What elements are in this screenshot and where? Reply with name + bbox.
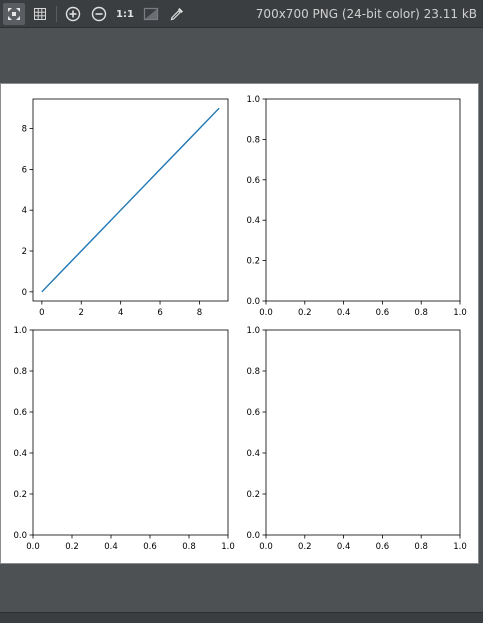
axes-4-ytick-label: 1.0 <box>246 326 260 336</box>
axes-2-ytick-label: 0.6 <box>246 176 260 186</box>
axes-2-ytick-label: 0.2 <box>246 257 260 267</box>
axes-3-xtick-label: 1.0 <box>221 542 235 552</box>
fit-to-window-icon <box>8 8 20 20</box>
toolbar-separator <box>56 6 57 22</box>
viewer-background-bottom <box>0 564 483 612</box>
axes-4-xtick-label: 1.0 <box>453 542 467 552</box>
axes-2-xtick-label: 0.4 <box>337 308 351 318</box>
axes-1-ytick-label: 6 <box>22 165 27 175</box>
actual-size-button[interactable]: 1:1 <box>113 3 137 25</box>
image-info-text: 700x700 PNG (24-bit color) 23.11 kB <box>255 7 477 21</box>
axes-3-ytick-label: 0.6 <box>13 408 27 418</box>
axes-4-ytick-label: 0.8 <box>246 367 260 377</box>
axes-3-xtick-label: 0.0 <box>26 542 40 552</box>
axes-2-ytick-label: 0.8 <box>246 135 260 145</box>
transparency-button[interactable] <box>140 3 162 25</box>
axes-4-xtick-label: 0.0 <box>259 542 273 552</box>
axes-3-xtick-label: 0.8 <box>182 542 196 552</box>
status-bar <box>0 612 483 623</box>
axes-2-ytick-label: 0.4 <box>246 216 260 226</box>
axes-4-xtick-label: 0.4 <box>337 542 351 552</box>
axes-2-xtick-label: 0.6 <box>376 308 390 318</box>
axes-2-frame <box>265 98 461 302</box>
fit-to-window-button[interactable] <box>3 3 25 25</box>
axes-3-ytick-label: 0.4 <box>13 449 27 459</box>
axes-4-ytick-label: 0.0 <box>246 531 260 541</box>
zoom-in-button[interactable] <box>62 3 84 25</box>
axes-1-ytick-label: 8 <box>22 125 27 135</box>
axes-3-ytick-label: 0.2 <box>13 490 27 500</box>
axes-2-ytick-label: 1.0 <box>246 95 260 105</box>
axes-1-xtick-label: 2 <box>79 308 84 318</box>
axes-1-xtick-label: 8 <box>197 308 202 318</box>
axes-3-ytick-label: 1.0 <box>13 326 27 336</box>
grid-button[interactable] <box>29 3 51 25</box>
axes-2-xtick-label: 1.0 <box>453 308 467 318</box>
zoom-in-icon <box>65 6 81 22</box>
axes-3-frame <box>32 329 229 536</box>
zoom-out-button[interactable] <box>88 3 110 25</box>
eyedropper-icon <box>170 8 183 21</box>
zoom-out-icon <box>91 6 107 22</box>
axes-1-xtick-label: 6 <box>157 308 162 318</box>
subplots-figure: 0 2 4 6 8 0 2 4 6 8 0.0 0.2 0.4 0.6 0.8 1.0 0.0 0.2 0.4 0.6… <box>13 95 467 552</box>
canvas-edge <box>479 83 483 564</box>
axes-1-ytick-label: 0 <box>22 288 27 298</box>
axes-2-xtick-label: 0.2 <box>298 308 312 318</box>
actual-size-icon: 1:1 <box>116 8 134 20</box>
axes-1-xtick-label: 0 <box>39 308 44 318</box>
axes-1-ytick-label: 2 <box>22 247 27 257</box>
axes-4-frame <box>265 329 461 536</box>
eyedropper-button[interactable] <box>166 3 188 25</box>
transparency-icon <box>143 7 159 21</box>
axes-4-xtick-label: 0.2 <box>298 542 312 552</box>
axes-2-ytick-label: 0.0 <box>246 297 260 307</box>
image-canvas[interactable]: 0 2 4 6 8 0 2 4 6 8 0.0 0.2 0.4 0.6 0.8 1.0 0.0 0.2 0.4 0.6… <box>0 83 479 564</box>
axes-4-ytick-label: 0.2 <box>246 490 260 500</box>
grid-icon <box>34 8 46 20</box>
axes-3-xtick-label: 0.4 <box>104 542 118 552</box>
axes-3-ytick-label: 0.8 <box>13 367 27 377</box>
axes-3-xtick-label: 0.6 <box>143 542 157 552</box>
axes-1-xtick-label: 4 <box>118 308 123 318</box>
axes-3-xtick-label: 0.2 <box>65 542 79 552</box>
axes-2-xtick-label: 0.0 <box>259 308 273 318</box>
axes-4-xtick-label: 0.8 <box>414 542 428 552</box>
axes-4-ytick-label: 0.4 <box>246 449 260 459</box>
axes-4-ytick-label: 0.6 <box>246 408 260 418</box>
axes-3-ytick-label: 0.0 <box>13 531 27 541</box>
axes-1-ytick-label: 4 <box>22 206 27 216</box>
viewer-background-top <box>0 28 483 83</box>
axes-4-xtick-label: 0.6 <box>376 542 390 552</box>
axes-2-xtick-label: 0.8 <box>414 308 428 318</box>
viewer-toolbar: 1:1 700x700 PNG (24-bit color) 23.11 kB <box>0 0 483 28</box>
